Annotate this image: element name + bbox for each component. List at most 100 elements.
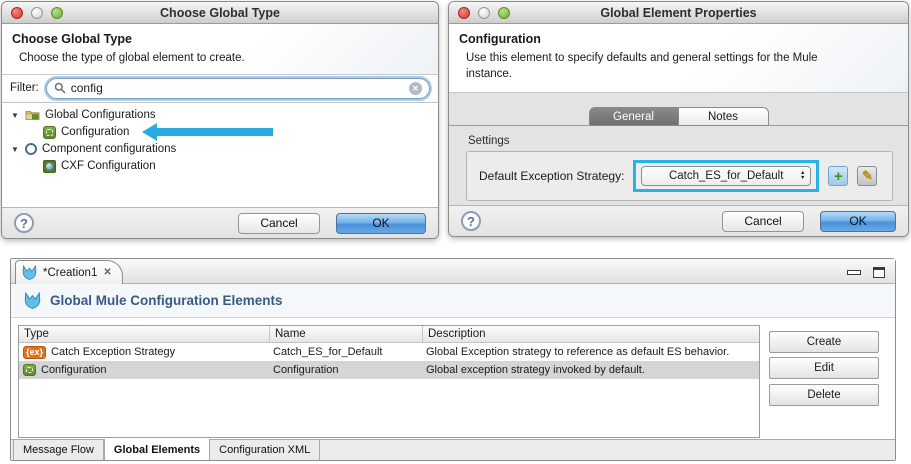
filter-search-field[interactable]: config ✕ [45, 77, 430, 99]
configuration-icon [43, 125, 56, 139]
filter-label: Filter: [10, 82, 39, 95]
create-button[interactable]: Create [769, 331, 879, 353]
tree-item-cxf-configuration[interactable]: CXF Configuration [2, 158, 438, 175]
window-title: Choose Global Type [160, 5, 280, 20]
help-button[interactable]: ? [461, 211, 481, 231]
dialog-header: Choose Global Type Choose the type of gl… [2, 24, 438, 74]
filter-row: Filter: config ✕ [2, 73, 438, 103]
maximize-view-icon[interactable] [873, 267, 885, 278]
tree-item-component-configurations[interactable]: ▼ Component configurations [2, 141, 438, 158]
editor-header: Global Mule Configuration Elements [11, 284, 895, 318]
editor-tab-creation1[interactable]: *Creation1 ✕ [15, 260, 123, 284]
delete-button[interactable]: Delete [769, 384, 879, 406]
disclosure-triangle-icon[interactable]: ▼ [10, 111, 20, 120]
editor-bottom-tabs: Message Flow Global Elements Configurati… [11, 439, 895, 460]
filter-input-value[interactable]: config [71, 81, 103, 95]
annotation-arrow [142, 123, 274, 142]
minimize-view-icon[interactable] [847, 270, 861, 275]
window-controls [11, 7, 63, 19]
tree-item-label: CXF Configuration [61, 160, 156, 173]
dropdown-arrows-icon: ▲ ▼ [799, 170, 806, 182]
page-title: Global Mule Configuration Elements [50, 293, 283, 308]
minimize-window-button[interactable] [478, 7, 490, 19]
dialog-button-bar: ? Cancel OK [2, 207, 438, 238]
disclosure-triangle-icon[interactable]: ▼ [10, 145, 20, 154]
tree-item-label: Configuration [61, 126, 130, 139]
help-button[interactable]: ? [14, 213, 34, 233]
settings-group-label: Settings [468, 135, 510, 148]
edit-pencil-button[interactable]: ✎ [857, 166, 878, 187]
ok-button[interactable]: OK [820, 210, 896, 232]
minimize-window-button[interactable] [31, 7, 43, 19]
editor-tab-label: *Creation1 [43, 266, 98, 279]
dialog-button-bar: ? Cancel OK [449, 205, 908, 236]
down-arrow-icon: ▼ [799, 175, 806, 182]
cell-name: Configuration [273, 364, 339, 376]
window-titlebar[interactable]: Choose Global Type [2, 2, 438, 24]
cxf-globe-icon [43, 159, 56, 173]
tab-general[interactable]: General [588, 107, 679, 127]
cell-description: Global exception strategy invoked by def… [426, 364, 645, 376]
tree-item-global-configurations[interactable]: ▼ Global Configurations [2, 107, 438, 124]
default-exception-strategy-label: Default Exception Strategy: [479, 169, 625, 184]
screenshot-canvas: Choose Global Type Choose Global Type Ch… [0, 0, 911, 464]
catch-exception-strategy-icon: {ex} [23, 345, 47, 359]
ok-button[interactable]: OK [336, 212, 426, 234]
zoom-window-button[interactable] [498, 7, 510, 19]
highlight-annotation-box: Catch_ES_for_Default ▲ ▼ [633, 160, 820, 193]
global-type-tree: ▼ Global Configurations Configuration ▼ … [2, 102, 438, 207]
tab-configuration-xml[interactable]: Configuration XML [210, 440, 321, 460]
column-header-type[interactable]: Type [19, 326, 269, 342]
column-header-name[interactable]: Name [269, 326, 422, 342]
component-icon [25, 143, 37, 156]
dialog-description: Use this element to specify defaults and… [466, 52, 818, 80]
cell-type: Configuration [41, 364, 107, 376]
table-row-configuration[interactable]: Configuration Configuration Global excep… [19, 361, 759, 379]
dialog-subtitle: Choose the type of global element to cre… [19, 52, 245, 64]
add-button[interactable]: + [828, 166, 849, 187]
default-exception-strategy-select[interactable]: Catch_ES_for_Default ▲ ▼ [641, 166, 812, 187]
dialog-heading: Configuration [459, 32, 541, 46]
cell-name: Catch_ES_for_Default [273, 346, 383, 358]
tree-item-label: Global Configurations [45, 109, 156, 122]
close-window-button[interactable] [458, 7, 470, 19]
tab-notes[interactable]: Notes [678, 107, 769, 127]
edit-button[interactable]: Edit [769, 357, 879, 379]
global-elements-table: Type Name Description {ex} Catch Excepti… [18, 325, 760, 438]
tree-item-configuration[interactable]: Configuration [2, 123, 438, 142]
tree-item-label: Component configurations [42, 143, 177, 156]
settings-group: Settings Default Exception Strategy: Cat… [466, 135, 893, 202]
tab-global-elements[interactable]: Global Elements [103, 439, 211, 460]
mule-logo-icon [22, 265, 37, 280]
mule-logo-icon [24, 292, 41, 309]
editor-tab-bar: *Creation1 ✕ [11, 259, 895, 284]
dialog-heading: Choose Global Type [12, 32, 132, 46]
cancel-button[interactable]: Cancel [238, 212, 320, 234]
window-titlebar[interactable]: Global Element Properties [449, 2, 908, 24]
global-element-properties-dialog: Global Element Properties Configuration … [448, 1, 909, 237]
properties-tabs: General Notes [588, 107, 769, 127]
dialog-header: Configuration Use this element to specif… [449, 24, 908, 94]
table-header-row: Type Name Description [19, 326, 759, 343]
cell-type: Catch Exception Strategy [51, 346, 176, 358]
table-row-catch-exception-strategy[interactable]: {ex} Catch Exception Strategy Catch_ES_f… [19, 343, 759, 361]
search-icon [54, 82, 66, 94]
view-controls [847, 267, 885, 278]
configuration-icon [23, 364, 36, 376]
tab-message-flow[interactable]: Message Flow [13, 440, 104, 460]
folder-icon [25, 109, 40, 121]
column-header-description[interactable]: Description [422, 326, 759, 342]
arrow-head [142, 123, 158, 142]
window-title: Global Element Properties [600, 5, 757, 20]
mule-editor-panel: *Creation1 ✕ Global Mule Configuration E… [10, 258, 896, 461]
clear-filter-icon[interactable]: ✕ [409, 81, 422, 95]
properties-body: General Notes Settings Default Exception… [449, 93, 908, 205]
dropdown-selected-value: Catch_ES_for_Default [668, 170, 784, 183]
zoom-window-button[interactable] [51, 7, 63, 19]
arrow-body [157, 128, 274, 137]
close-window-button[interactable] [11, 7, 23, 19]
choose-global-type-dialog: Choose Global Type Choose Global Type Ch… [1, 1, 439, 239]
settings-group-box: Default Exception Strategy: Catch_ES_for… [466, 151, 893, 202]
cancel-button[interactable]: Cancel [722, 210, 804, 232]
close-tab-icon[interactable]: ✕ [103, 267, 111, 278]
